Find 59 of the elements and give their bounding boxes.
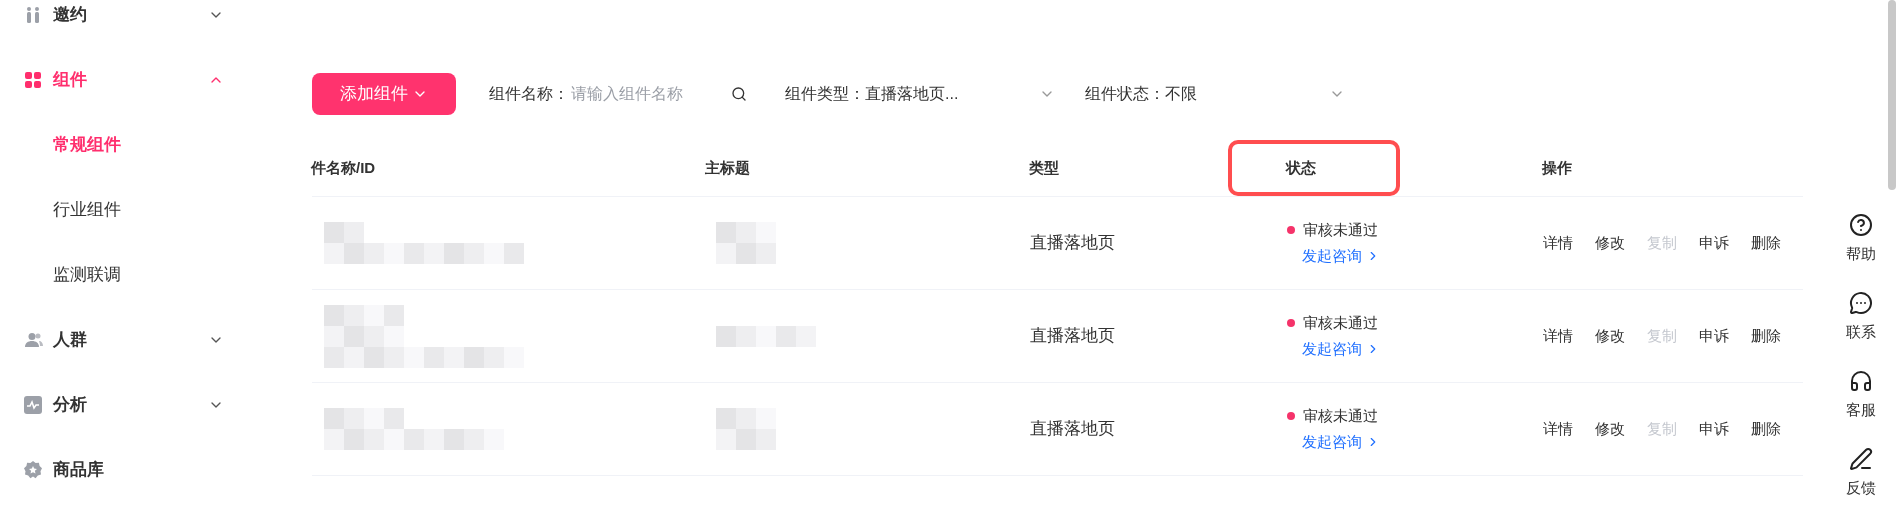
sidebar-item[interactable]: 商品库 (0, 437, 300, 502)
action-link[interactable]: 修改 (1595, 324, 1625, 348)
action-link[interactable]: 详情 (1543, 417, 1573, 441)
headset-icon (1849, 368, 1873, 393)
consult-link[interactable]: 发起咨询 (1302, 245, 1543, 268)
status-select[interactable]: 组件状态：不限 (1085, 82, 1345, 106)
action-link[interactable]: 删除 (1751, 417, 1781, 441)
status-text: 审核未通过 (1303, 312, 1378, 333)
sidebar-subitem[interactable]: 常规组件 (0, 112, 300, 177)
consult-link[interactable]: 发起咨询 (1302, 431, 1543, 454)
type-cell: 直播落地页 (1030, 233, 1115, 253)
sidebar-item[interactable]: 分析 (0, 372, 300, 437)
action-link[interactable]: 申诉 (1699, 324, 1729, 348)
chart-square-icon (24, 395, 42, 414)
action-link[interactable]: 删除 (1751, 324, 1781, 348)
help-icon (1849, 212, 1873, 237)
add-component-button[interactable]: 添加组件 (312, 73, 456, 115)
chat-icon (1849, 290, 1873, 315)
column-header: 类型 (1029, 157, 1059, 178)
action-link[interactable]: 详情 (1543, 324, 1573, 348)
sidebar-subitem[interactable]: 行业组件 (0, 177, 300, 242)
type-cell: 直播落地页 (1030, 326, 1115, 346)
consult-link[interactable]: 发起咨询 (1302, 338, 1543, 361)
action-link[interactable]: 删除 (1751, 231, 1781, 255)
sidebar-item[interactable]: 人群 (0, 307, 300, 372)
search-icon[interactable] (731, 86, 747, 102)
badge-star-icon (24, 460, 42, 479)
name-search-field[interactable]: 请输入组件名称 (571, 82, 711, 106)
sidebar-label: 人群 (53, 328, 88, 351)
status-text: 审核未通过 (1303, 405, 1378, 426)
float-bar-button[interactable]: 联系 (1833, 278, 1889, 356)
column-header: 件名称/ID (311, 157, 376, 178)
users-icon (24, 331, 44, 348)
float-bar-button[interactable]: 反馈 (1833, 434, 1889, 506)
sidebar-item[interactable]: 邀约 (0, 0, 300, 47)
type-select[interactable]: 组件类型：直播落地页... (785, 82, 1055, 106)
mosaic-drawing (716, 408, 776, 450)
filter-label: 组件名称： (489, 84, 569, 104)
type-cell: 直播落地页 (1030, 419, 1115, 439)
sidebar-subitem[interactable]: 监测联调 (0, 242, 300, 307)
sidebar-item[interactable]: 组件 (0, 47, 300, 112)
sidebar-label: 邀约 (53, 3, 88, 26)
sidebar-label: 商品库 (53, 458, 105, 481)
sidebar-label: 组件 (53, 68, 88, 91)
float-bar-button[interactable]: 客服 (1833, 356, 1889, 434)
float-bar-button[interactable]: 帮助 (1833, 200, 1889, 278)
figures-icon (24, 5, 42, 24)
action-link[interactable]: 详情 (1543, 231, 1573, 255)
pen-icon (1849, 446, 1873, 471)
action-link[interactable]: 申诉 (1699, 417, 1729, 441)
action-link[interactable]: 修改 (1595, 231, 1625, 255)
action-link[interactable]: 修改 (1595, 417, 1625, 441)
column-header: 操作 (1542, 157, 1572, 178)
grid-icon (24, 70, 42, 89)
column-header: 主标题 (705, 157, 750, 178)
mosaic-drawing (716, 222, 776, 264)
sidebar-label: 分析 (53, 393, 88, 416)
action-link[interactable]: 申诉 (1699, 231, 1729, 255)
status-text: 审核未通过 (1303, 219, 1378, 240)
